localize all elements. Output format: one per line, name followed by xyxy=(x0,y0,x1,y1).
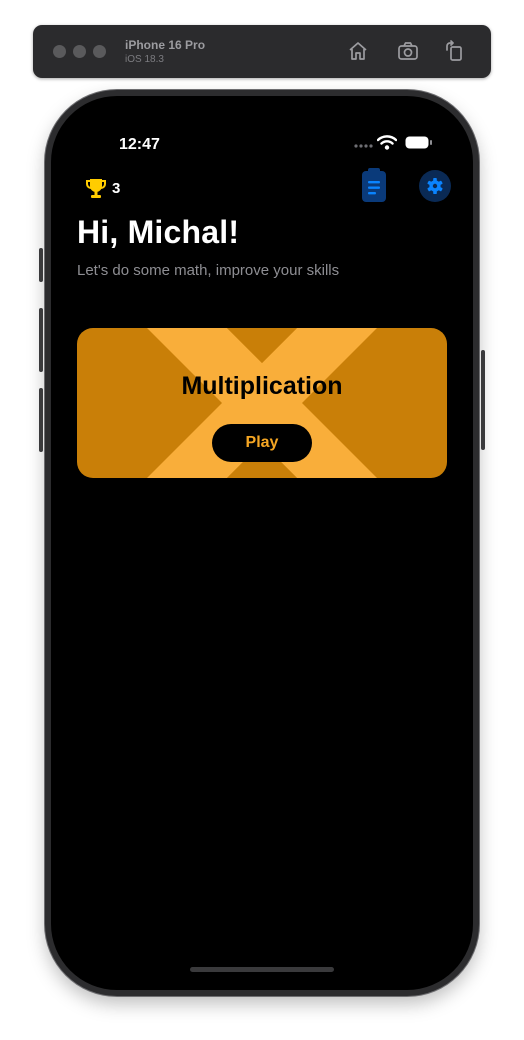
power-button xyxy=(481,350,485,450)
home-icon[interactable] xyxy=(347,40,369,62)
rotate-icon[interactable] xyxy=(443,40,465,62)
minimize-window-button[interactable] xyxy=(73,45,86,58)
page-title: Hi, Michal! xyxy=(77,214,240,250)
multiplication-card[interactable]: Multiplication Play xyxy=(77,328,447,478)
zoom-window-button[interactable] xyxy=(93,45,106,58)
device-name: iPhone 16 Pro xyxy=(125,38,206,52)
screenshot-icon[interactable] xyxy=(397,40,419,62)
simulator-toolbar: iPhone 16 Pro iOS 18.3 xyxy=(33,25,491,78)
close-window-button[interactable] xyxy=(53,45,66,58)
card-title: Multiplication xyxy=(181,372,343,400)
device-frame: 12:47 3 Hi, Michal! Let's do some math, … xyxy=(39,90,485,996)
wifi-icon xyxy=(377,135,397,150)
gear-icon[interactable] xyxy=(419,170,451,202)
trophy-icon xyxy=(86,179,106,198)
app-screen: 12:47 3 Hi, Michal! Let's do some math, … xyxy=(51,96,473,990)
action-button xyxy=(39,248,43,282)
home-indicator[interactable] xyxy=(190,967,334,972)
volume-down-button xyxy=(39,388,43,452)
battery-icon xyxy=(405,136,432,149)
volume-up-button xyxy=(39,308,43,372)
cellular-icon xyxy=(354,144,373,148)
play-button[interactable]: Play xyxy=(212,424,312,462)
page-subtitle: Let's do some math, improve your skills xyxy=(77,262,340,279)
status-time: 12:47 xyxy=(119,136,160,153)
trophy-count: 3 xyxy=(112,180,121,197)
os-version: iOS 18.3 xyxy=(125,54,164,65)
clipboard-icon[interactable] xyxy=(362,168,386,202)
